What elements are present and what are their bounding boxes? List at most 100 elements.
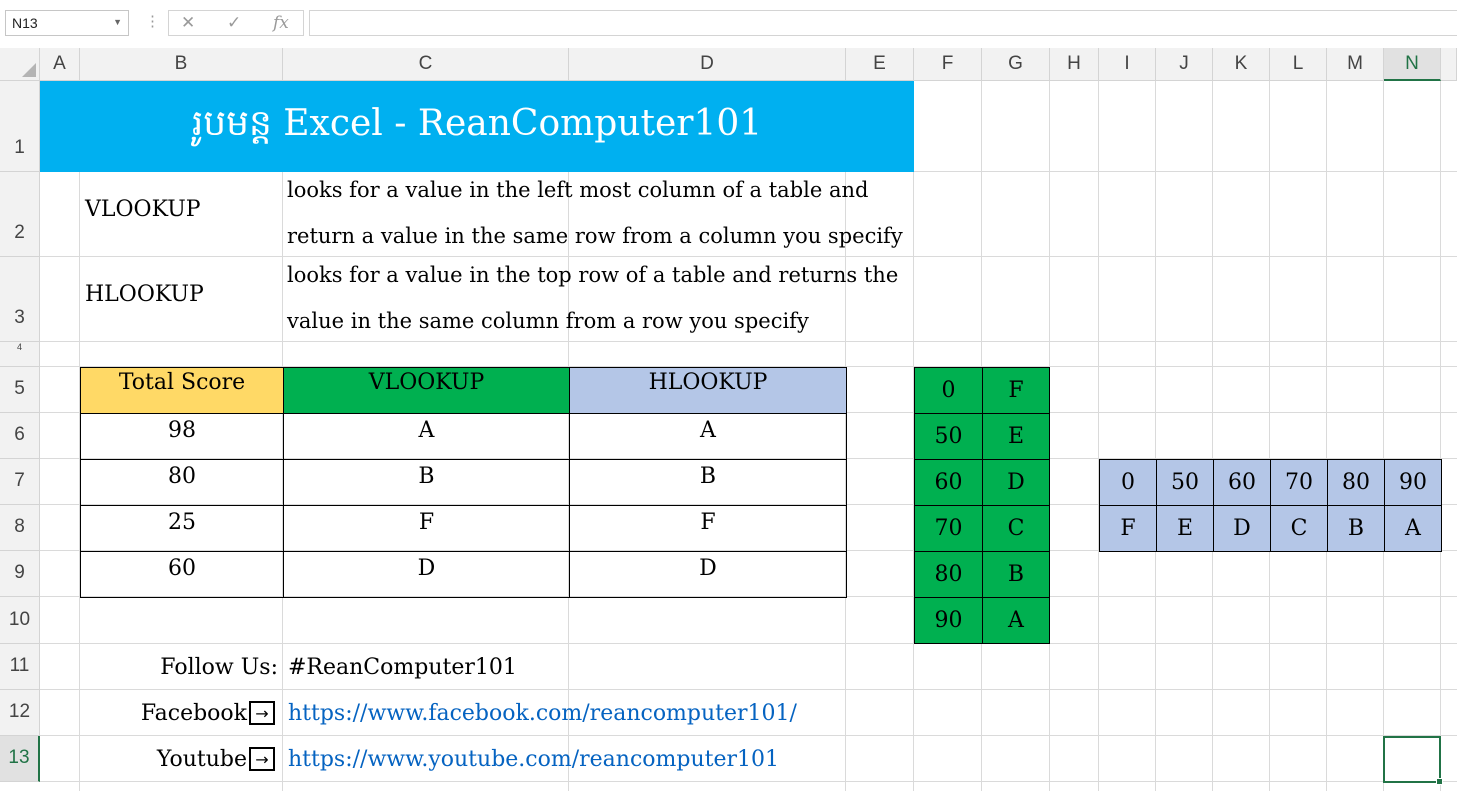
column-header-i[interactable]: I	[1099, 48, 1156, 81]
vlookup-score-cell[interactable]: 70	[914, 505, 983, 552]
table-cell[interactable]: A	[569, 413, 847, 460]
vlookup-score-cell-text: 50	[934, 424, 963, 449]
facebook-link-cell[interactable]: https://www.facebook.com/reancomputer101…	[283, 690, 883, 736]
hlookup-grade-cell[interactable]: A	[1384, 505, 1442, 552]
hlookup-grade-cell[interactable]: C	[1270, 505, 1328, 552]
vlookup-grade-cell[interactable]: D	[982, 459, 1050, 506]
table-cell-text: B	[418, 464, 435, 489]
row-header-5[interactable]: 5	[0, 367, 40, 413]
hlookup-score-cell[interactable]: 0	[1099, 459, 1157, 506]
vlookup-score-cell-text: 60	[934, 470, 963, 495]
table-cell[interactable]: 98	[80, 413, 284, 460]
vlookup-score-cell[interactable]: 60	[914, 459, 983, 506]
gridline-vertical	[1155, 81, 1156, 172]
table-cell[interactable]: B	[569, 459, 847, 506]
column-header-h[interactable]: H	[1050, 48, 1099, 81]
column-header-a[interactable]: A	[40, 48, 80, 81]
facebook-label-cell[interactable]: Facebook →	[80, 690, 283, 736]
select-all-button[interactable]	[0, 48, 40, 81]
column-header-g[interactable]: G	[982, 48, 1050, 81]
column-header-e[interactable]: E	[846, 48, 914, 81]
check-icon[interactable]: ✓	[227, 13, 241, 33]
active-cell-n13[interactable]	[1383, 736, 1443, 785]
arrow-right-icon: →	[249, 701, 275, 725]
column-header-b[interactable]: B	[80, 48, 283, 81]
vlookup-grade-cell[interactable]: B	[982, 551, 1050, 598]
vlookup-score-cell[interactable]: 90	[914, 597, 983, 644]
row-header-11[interactable]: 11	[0, 644, 40, 690]
title-banner[interactable]: រូបមន្ត Excel - ReanComputer101	[40, 81, 914, 172]
follow-label-cell[interactable]: Follow Us:	[80, 644, 283, 690]
column-header-filler	[1441, 48, 1457, 81]
hlookup-score-cell[interactable]: 80	[1327, 459, 1385, 506]
column-header-l[interactable]: L	[1270, 48, 1327, 81]
vlookup-label: VLOOKUP	[85, 196, 201, 222]
row-header-2[interactable]: 2	[0, 172, 40, 257]
row-header-6[interactable]: 6	[0, 413, 40, 459]
row-header-7[interactable]: 7	[0, 459, 40, 505]
table-cell[interactable]: 80	[80, 459, 284, 506]
vlookup-description-line-1: looks for a value in the left most colum…	[287, 178, 869, 202]
vlookup-grade-cell-text: D	[1007, 470, 1025, 495]
row-header-3[interactable]: 3	[0, 257, 40, 342]
row-header-1[interactable]: 1	[0, 81, 40, 172]
youtube-label-cell[interactable]: Youtube →	[80, 736, 283, 782]
column-header-m[interactable]: M	[1327, 48, 1384, 81]
vlookup-score-cell[interactable]: 80	[914, 551, 983, 598]
table-cell[interactable]: D	[283, 551, 570, 598]
hlookup-grade-cell[interactable]: F	[1099, 505, 1157, 552]
table-header-2[interactable]: HLOOKUP	[569, 367, 847, 414]
table-cell[interactable]: 25	[80, 505, 284, 552]
hlookup-score-cell[interactable]: 60	[1213, 459, 1271, 506]
table-header-0[interactable]: Total Score	[80, 367, 284, 414]
row-header-10[interactable]: 10	[0, 597, 40, 644]
vlookup-grade-cell[interactable]: A	[982, 597, 1050, 644]
insert-function-icon[interactable]: fx	[273, 13, 289, 33]
vlookup-grade-cell-text: F	[1008, 378, 1024, 403]
cancel-icon[interactable]: ✕	[181, 13, 195, 33]
hlookup-score-cell[interactable]: 50	[1156, 459, 1214, 506]
table-cell[interactable]: B	[283, 459, 570, 506]
vlookup-score-cell[interactable]: 0	[914, 367, 983, 414]
vlookup-score-cell[interactable]: 50	[914, 413, 983, 460]
facebook-link[interactable]: https://www.facebook.com/reancomputer101…	[288, 701, 797, 726]
table-cell[interactable]: F	[569, 505, 847, 552]
follow-value-cell[interactable]: #ReanComputer101	[283, 644, 783, 690]
table-cell-text: 60	[168, 556, 196, 581]
column-header-j[interactable]: J	[1156, 48, 1213, 81]
hlookup-grade-cell[interactable]: B	[1327, 505, 1385, 552]
vlookup-grade-cell-text: B	[1007, 562, 1025, 587]
hlookup-label-cell[interactable]: HLOOKUP	[80, 271, 283, 317]
table-header-1[interactable]: VLOOKUP	[283, 367, 570, 414]
youtube-link[interactable]: https://www.youtube.com/reancomputer101	[288, 747, 779, 772]
hlookup-grade-cell[interactable]: D	[1213, 505, 1271, 552]
row-header-13[interactable]: 13	[0, 736, 40, 782]
hlookup-score-cell[interactable]: 90	[1384, 459, 1442, 506]
table-cell[interactable]: F	[283, 505, 570, 552]
column-header-n[interactable]: N	[1384, 48, 1441, 81]
vlookup-grade-cell[interactable]: E	[982, 413, 1050, 460]
chevron-down-icon[interactable]: ▼	[113, 17, 122, 27]
column-header-k[interactable]: K	[1213, 48, 1270, 81]
row-header-12[interactable]: 12	[0, 690, 40, 736]
row-header-4[interactable]: 4	[0, 342, 40, 367]
youtube-link-cell[interactable]: https://www.youtube.com/reancomputer101	[283, 736, 883, 782]
hlookup-grade-cell[interactable]: E	[1156, 505, 1214, 552]
table-cell[interactable]: 60	[80, 551, 284, 598]
row-header-9[interactable]: 9	[0, 551, 40, 597]
arrow-right-icon: →	[249, 747, 275, 771]
table-cell[interactable]: D	[569, 551, 847, 598]
vlookup-grade-cell[interactable]: C	[982, 505, 1050, 552]
table-cell[interactable]: A	[283, 413, 570, 460]
row-header-8[interactable]: 8	[0, 505, 40, 551]
column-header-f[interactable]: F	[914, 48, 982, 81]
hlookup-score-cell[interactable]: 70	[1270, 459, 1328, 506]
formula-input[interactable]	[309, 10, 1457, 36]
column-header-c[interactable]: C	[283, 48, 569, 81]
column-header-d[interactable]: D	[569, 48, 846, 81]
vlookup-grade-cell[interactable]: F	[982, 367, 1050, 414]
vlookup-label-cell[interactable]: VLOOKUP	[80, 186, 283, 232]
vlookup-grade-cell-text: C	[1007, 516, 1025, 541]
table-cell-text: A	[418, 418, 435, 443]
name-box[interactable]: N13 ▼	[5, 10, 129, 36]
